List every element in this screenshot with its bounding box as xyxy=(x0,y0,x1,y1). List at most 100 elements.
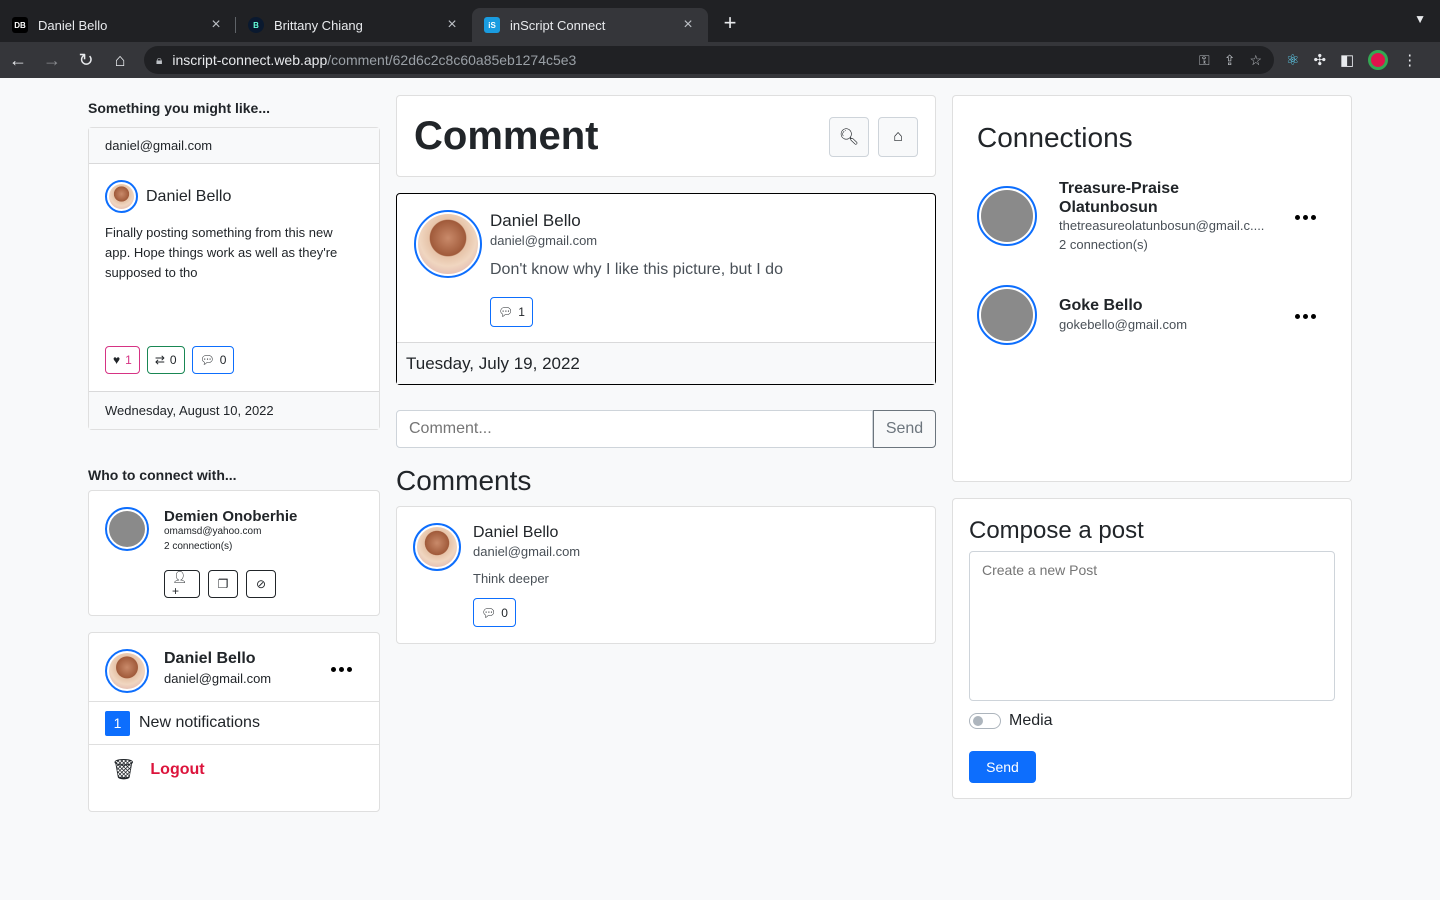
post-text: Finally posting something from this new … xyxy=(105,225,338,280)
logout-row[interactable]: 🗑︎ Logout xyxy=(111,757,205,782)
send-comment-button[interactable]: Send xyxy=(873,410,936,448)
comment-email: daniel@gmail.com xyxy=(473,544,581,559)
send-post-button[interactable]: Send xyxy=(969,751,1036,783)
reload-icon[interactable]: ↻ xyxy=(70,44,102,76)
suggested-post-card: daniel@gmail.com Daniel Bello Finally po… xyxy=(88,127,380,430)
card-header-email: daniel@gmail.com xyxy=(89,128,379,164)
profile-email: daniel@gmail.com xyxy=(164,671,272,686)
avatar[interactable] xyxy=(977,285,1037,345)
key-icon[interactable]: ⚿ xyxy=(1199,52,1210,69)
comment-count: 0 xyxy=(219,353,227,367)
post-author[interactable]: Daniel Bello xyxy=(146,188,231,206)
extensions-puzzle-icon[interactable]: ✣ xyxy=(1313,51,1326,69)
post-email: daniel@gmail.com xyxy=(490,233,598,248)
avatar[interactable] xyxy=(105,649,149,693)
new-post-textarea[interactable] xyxy=(969,551,1335,701)
url-path: /comment/62d6c2c8c60a85eb1274c5e3 xyxy=(327,52,577,68)
more-options-icon[interactable] xyxy=(1295,314,1316,319)
close-tab-icon[interactable]: × xyxy=(444,16,460,34)
comment-button[interactable]: 💬︎ 1 xyxy=(490,297,533,327)
comment-form: Send xyxy=(396,410,936,448)
heart-icon: ♥ xyxy=(113,353,121,367)
profile-avatar[interactable] xyxy=(1368,50,1389,70)
home-icon: ⌂ xyxy=(893,128,903,145)
search-icon: 🔍︎ xyxy=(838,129,860,146)
close-tab-icon[interactable]: × xyxy=(208,16,224,34)
address-bar[interactable]: 🔒︎ inscript-connect.web.app/comment/62d6… xyxy=(144,46,1274,74)
comments-icon: 💬︎ xyxy=(498,305,514,319)
home-button[interactable]: ⌂ xyxy=(878,117,918,157)
comments-heading: Comments xyxy=(396,465,532,496)
like-button[interactable]: ♥ 1 xyxy=(105,346,140,374)
comment-input[interactable] xyxy=(396,410,873,448)
page-title: Comment xyxy=(414,114,599,158)
comment-text: Think deeper xyxy=(473,571,549,586)
media-label: Media xyxy=(1009,712,1053,729)
avatar[interactable] xyxy=(977,186,1037,246)
compose-card: Compose a post Media Send xyxy=(952,498,1352,799)
favicon-b-icon: B xyxy=(248,17,264,33)
post-author[interactable]: Daniel Bello xyxy=(490,211,581,231)
logout-link[interactable]: Logout xyxy=(150,761,204,779)
suggest-heading: Something you might like... xyxy=(88,100,271,116)
user-connections: 2 connection(s) xyxy=(164,541,233,552)
connection-name[interactable]: Treasure-Praise Olatunbosun xyxy=(1059,179,1279,217)
repost-count: 0 xyxy=(169,353,177,367)
react-devtools-icon[interactable]: ⚛ xyxy=(1286,51,1299,69)
tab-inscript-connect[interactable]: iS inScript Connect × xyxy=(472,8,708,42)
comment-author[interactable]: Daniel Bello xyxy=(473,524,558,542)
trash-icon: 🗑︎ xyxy=(111,759,137,781)
favicon-is-icon: iS xyxy=(484,17,500,33)
copy-icon: ❐ xyxy=(217,577,229,591)
connection-count: 2 connection(s) xyxy=(1059,237,1148,252)
home-icon[interactable]: ⌂ xyxy=(104,44,136,76)
kebab-menu-icon[interactable]: ⋮ xyxy=(1402,51,1417,69)
profile-name[interactable]: Daniel Bello xyxy=(164,650,256,668)
browser-toolbar: ← → ↻ ⌂ 🔒︎ inscript-connect.web.app/comm… xyxy=(0,42,1440,78)
search-button[interactable]: 🔍︎ xyxy=(829,117,869,157)
url-host: inscript-connect.web.app xyxy=(172,52,328,68)
tab-title: Brittany Chiang xyxy=(274,17,363,33)
notifications-row[interactable]: 1 New notifications xyxy=(89,701,379,745)
more-options-icon[interactable] xyxy=(1295,215,1316,220)
connection-name[interactable]: Goke Bello xyxy=(1059,297,1143,315)
side-panel-icon[interactable]: ◧ xyxy=(1340,51,1354,69)
avatar[interactable] xyxy=(105,507,149,551)
reply-button[interactable]: 💬︎ 0 xyxy=(473,598,516,627)
avatar[interactable] xyxy=(414,210,482,278)
star-icon[interactable]: ☆ xyxy=(1249,52,1262,69)
profile-card: Daniel Bello daniel@gmail.com 1 New noti… xyxy=(88,632,380,812)
tab-search-chevron-icon[interactable]: ▼ xyxy=(1414,12,1426,26)
tab-brittany-chiang[interactable]: B Brittany Chiang × xyxy=(236,8,472,42)
comment-button[interactable]: 💬︎ 0 xyxy=(191,346,235,374)
repost-button[interactable]: ⇄ 0 xyxy=(146,346,185,374)
tab-daniel-bello[interactable]: DB Daniel Bello × xyxy=(0,8,236,42)
tab-title: Daniel Bello xyxy=(38,17,108,33)
avatar[interactable] xyxy=(413,523,461,571)
view-posts-button[interactable]: ❐ xyxy=(208,570,238,598)
add-user-button[interactable]: 👤︎+ xyxy=(164,570,200,598)
post-text: Don't know why I like this picture, but … xyxy=(490,261,783,278)
browser-tab-strip: DB Daniel Bello × B Brittany Chiang × iS… xyxy=(0,0,1440,42)
new-tab-plus-icon[interactable]: + xyxy=(718,10,742,36)
connection-email: gokebello@gmail.com xyxy=(1059,317,1188,332)
lock-icon: 🔒︎ xyxy=(156,52,163,67)
favicon-db-icon: DB xyxy=(12,17,28,33)
user-name[interactable]: Demien Onoberhie xyxy=(164,508,297,525)
forward-arrow-icon[interactable]: → xyxy=(36,44,68,76)
back-arrow-icon[interactable]: ← xyxy=(2,44,34,76)
share-icon[interactable]: ⇪ xyxy=(1224,52,1236,69)
comment-count: 1 xyxy=(518,305,525,319)
connect-heading: Who to connect with... xyxy=(88,467,237,483)
main-post-card: Daniel Bello daniel@gmail.com Don't know… xyxy=(396,193,936,385)
media-toggle[interactable] xyxy=(969,713,1001,729)
block-user-button[interactable]: ⊘ xyxy=(246,570,276,598)
post-date: Tuesday, July 19, 2022 xyxy=(397,342,935,384)
page-header-card: Comment 🔍︎ ⌂ xyxy=(396,95,936,177)
app-page: Something you might like... daniel@gmail… xyxy=(0,78,1440,900)
close-tab-icon[interactable]: × xyxy=(680,16,696,34)
more-options-icon[interactable] xyxy=(331,667,352,672)
notification-badge: 1 xyxy=(105,710,130,736)
person-plus-icon: 👤︎+ xyxy=(172,570,188,598)
avatar[interactable] xyxy=(105,180,138,213)
